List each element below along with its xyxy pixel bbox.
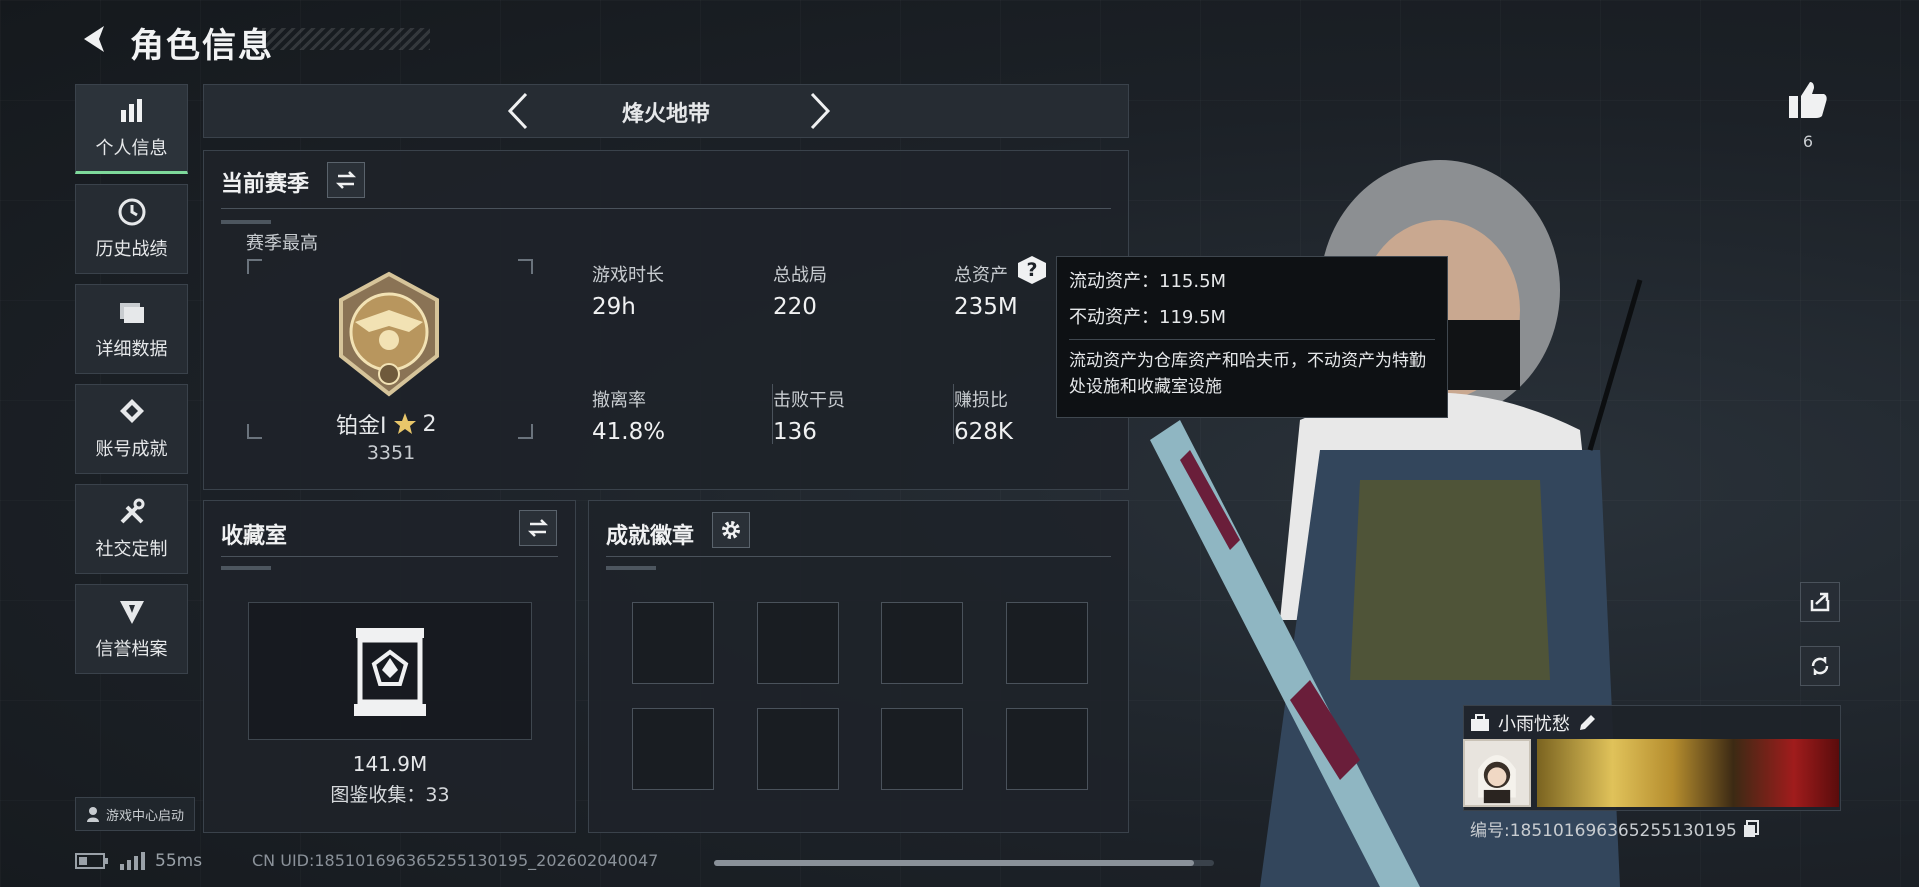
bar-chart-icon — [120, 99, 142, 122]
platinum-rank-emblem-icon — [339, 271, 439, 397]
folder-icon — [119, 303, 144, 323]
tick-decoration — [221, 566, 271, 570]
display-case-icon — [354, 628, 426, 716]
season-title: 当前赛季 — [221, 172, 310, 197]
tick-decoration — [606, 566, 656, 570]
page-title: 角色信息 — [130, 26, 274, 66]
stat-label-kills: 击败干员 — [773, 390, 845, 411]
divider — [221, 208, 1111, 209]
tooltip-divider — [1069, 339, 1435, 340]
stat-value-profit-ratio: 628K — [954, 419, 1013, 445]
briefcase-icon — [1471, 714, 1489, 731]
sidebar-item-label: 详细数据 — [95, 339, 168, 360]
star-icon — [393, 413, 416, 434]
reputation-icon — [119, 601, 144, 624]
badge-slot[interactable] — [632, 708, 714, 790]
player-name-row: 小雨忧愁 — [1470, 710, 1596, 736]
clock-icon — [118, 198, 145, 226]
tools-icon — [120, 498, 144, 524]
rank-score: 3351 — [366, 442, 416, 464]
uid-text: CN UID:18510169636525513019​5_2026020400… — [252, 851, 659, 870]
badge-slot[interactable] — [757, 708, 839, 790]
title-decoration — [262, 28, 430, 50]
back-arrow-icon[interactable] — [78, 22, 112, 56]
refresh-button[interactable] — [1800, 646, 1840, 686]
badges-settings-button[interactable] — [712, 512, 750, 548]
stat-label-total-assets: 总资产 — [954, 265, 1008, 286]
signal-icon — [120, 852, 145, 870]
sidebar-item-social[interactable]: 社交定制 — [75, 484, 188, 574]
badge-slot[interactable] — [632, 602, 714, 684]
tooltip-description: 流动资产为仓库资产和哈夫币，不动资产为特勤处设施和收藏室设施 — [1069, 351, 1426, 397]
stat-label-total-matches: 总战局 — [773, 265, 827, 286]
player-banner-image — [1537, 739, 1839, 807]
badge-slot[interactable] — [881, 708, 963, 790]
collection-count: 图鉴收集：33 — [330, 784, 450, 806]
sidebar-item-achievements[interactable]: 账号成就 — [75, 384, 188, 474]
thumbs-up-icon[interactable] — [1786, 78, 1830, 122]
ping-value: 55ms — [155, 851, 203, 871]
sidebar-item-reputation[interactable]: 信誉档案 — [75, 584, 188, 674]
stat-value-kills: 136 — [773, 419, 817, 445]
mode-title: 烽火地带 — [621, 102, 710, 127]
collection-title: 收藏室 — [221, 524, 288, 549]
rank-name: 铂金I — [336, 414, 387, 439]
tooltip-liquid-assets: 流动资产：115.5M — [1069, 271, 1227, 292]
badge-slot[interactable] — [757, 602, 839, 684]
stat-label-profit-ratio: 赚损比 — [954, 390, 1008, 411]
share-button[interactable] — [1800, 582, 1840, 622]
sidebar-item-label: 个人信息 — [95, 138, 168, 159]
stat-value-extraction-rate: 41.8% — [592, 419, 666, 445]
stat-label-extraction-rate: 撤离率 — [592, 390, 646, 411]
sidebar-item-history[interactable]: 历史战绩 — [75, 184, 188, 274]
season-swap-button[interactable] — [327, 162, 365, 198]
sidebar-item-label: 账号成就 — [95, 439, 168, 460]
user-icon — [86, 807, 99, 822]
scrollbar-thumb[interactable] — [714, 860, 1194, 866]
launch-label: 游戏中心启动 — [105, 808, 184, 824]
stat-value-total-assets: 235M — [954, 294, 1018, 320]
collection-swap-button[interactable] — [519, 510, 557, 546]
badges-title: 成就徽章 — [606, 524, 695, 549]
player-id-row: 编号:18510169636525513019​5 — [1470, 816, 1759, 841]
stat-value-total-matches: 220 — [773, 294, 817, 320]
player-id: 编号:18510169636525513019​5 — [1470, 821, 1737, 841]
like-count: 6 — [1802, 132, 1814, 151]
swap-icon — [527, 519, 549, 537]
swap-icon — [335, 171, 357, 189]
achievement-icon — [119, 399, 144, 423]
sidebar-item-label: 信誉档案 — [95, 639, 168, 660]
copy-icon[interactable] — [1743, 819, 1759, 838]
badge-slot[interactable] — [1006, 602, 1088, 684]
prev-mode-arrow-icon[interactable] — [498, 90, 538, 132]
rank-row: 铂金I 2 — [336, 408, 446, 440]
player-avatar[interactable] — [1463, 739, 1531, 807]
gear-icon — [722, 521, 740, 539]
sidebar-item-label: 历史战绩 — [95, 239, 168, 260]
stat-label-playtime: 游戏时长 — [592, 265, 664, 286]
status-bar: 55ms — [75, 851, 202, 871]
sidebar-item-label: 社交定制 — [95, 539, 168, 560]
game-center-launch-button[interactable]: 游戏中心启动 — [75, 797, 195, 831]
badge-slot[interactable] — [881, 602, 963, 684]
player-name: 小雨忧愁 — [1498, 714, 1570, 735]
divider — [221, 556, 558, 557]
tick-decoration — [221, 220, 271, 224]
edit-pencil-icon[interactable] — [1578, 714, 1596, 732]
assets-tooltip: 流动资产：115.5M 不动资产：119.5M 流动资产为仓库资产和哈夫币，不动… — [1056, 256, 1448, 418]
rank-stars: 2 — [422, 411, 437, 437]
sidebar-item-profile[interactable]: 个人信息 — [75, 84, 188, 174]
badge-slot[interactable] — [1006, 708, 1088, 790]
collection-value: 141.9M — [352, 752, 428, 776]
refresh-icon — [1811, 657, 1829, 675]
divider — [606, 556, 1111, 557]
tooltip-fixed-assets: 不动资产：119.5M — [1069, 307, 1227, 328]
battery-icon — [75, 853, 108, 869]
season-best-label: 赛季最高 — [246, 233, 318, 254]
share-icon — [1810, 592, 1830, 612]
next-mode-arrow-icon[interactable] — [800, 90, 840, 132]
stat-value-playtime: 29h — [592, 294, 636, 320]
sidebar-item-details[interactable]: 详细数据 — [75, 284, 188, 374]
